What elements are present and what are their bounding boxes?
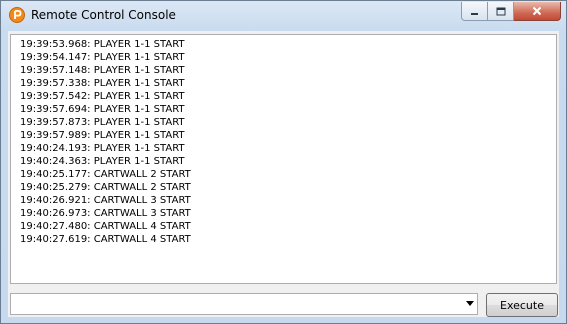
log-line: 19:39:53.968: PLAYER 1-1 START <box>20 39 185 50</box>
log-line: 19:40:24.193: PLAYER 1-1 START <box>20 143 185 154</box>
log-line: 19:40:24.363: PLAYER 1-1 START <box>20 156 185 167</box>
client-area: 19:39:53.968: PLAYER 1-1 START 19:39:54.… <box>8 31 559 317</box>
log-line: 19:39:57.873: PLAYER 1-1 START <box>20 117 185 128</box>
maximize-button[interactable] <box>488 2 514 21</box>
log-line: 19:40:26.973: CARTWALL 3 START <box>20 208 191 219</box>
minimize-button[interactable] <box>461 2 488 21</box>
window-title: Remote Control Console <box>31 8 176 22</box>
log-line: 19:40:27.480: CARTWALL 4 START <box>20 221 191 232</box>
app-logo-icon <box>9 7 25 23</box>
log-line: 19:40:25.177: CARTWALL 2 START <box>20 169 191 180</box>
maximize-icon <box>496 7 505 15</box>
log-line: 19:39:54.147: PLAYER 1-1 START <box>20 52 185 63</box>
close-button[interactable] <box>514 2 561 21</box>
chevron-down-icon[interactable] <box>466 301 474 306</box>
command-combobox[interactable] <box>10 293 478 315</box>
main-window: Remote Control Console 19:39:53.968: PLA… <box>0 0 567 324</box>
log-line: 19:40:25.279: CARTWALL 2 START <box>20 182 191 193</box>
minimize-icon <box>471 12 478 15</box>
log-line: 19:39:57.989: PLAYER 1-1 START <box>20 130 185 141</box>
log-output[interactable]: 19:39:53.968: PLAYER 1-1 START 19:39:54.… <box>10 34 557 284</box>
caption-buttons <box>461 2 561 22</box>
close-icon <box>532 6 542 16</box>
log-line: 19:39:57.148: PLAYER 1-1 START <box>20 65 185 76</box>
log-line: 19:39:57.694: PLAYER 1-1 START <box>20 104 185 115</box>
execute-button[interactable]: Execute <box>486 293 558 317</box>
log-line: 19:40:27.619: CARTWALL 4 START <box>20 234 191 245</box>
title-bar[interactable]: Remote Control Console <box>1 1 566 31</box>
log-line: 19:39:57.338: PLAYER 1-1 START <box>20 78 185 89</box>
log-line: 19:39:57.542: PLAYER 1-1 START <box>20 91 185 102</box>
log-line: 19:40:26.921: CARTWALL 3 START <box>20 195 191 206</box>
